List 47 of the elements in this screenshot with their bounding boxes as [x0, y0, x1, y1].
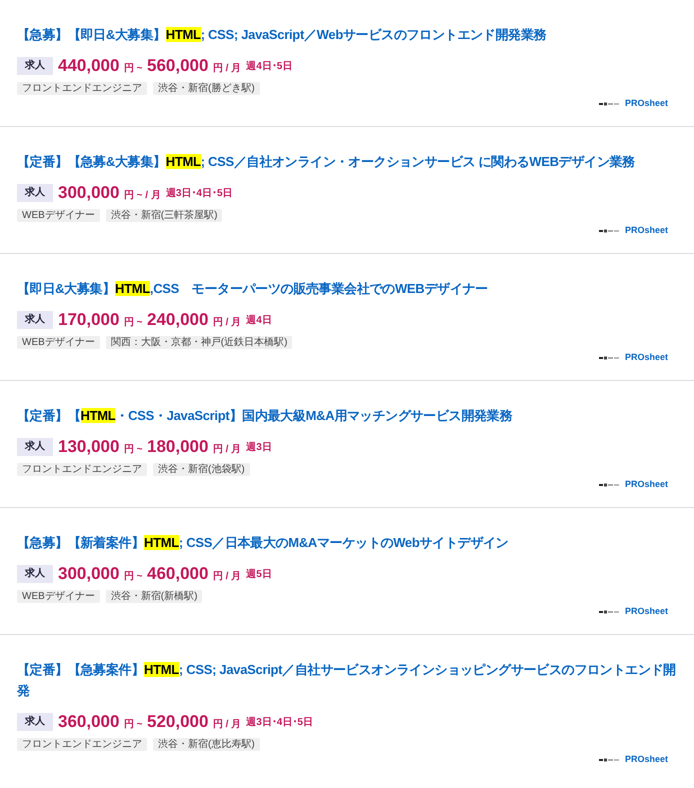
source-site-name: PROsheet — [624, 754, 668, 765]
logo-mark-icon — [598, 228, 619, 232]
logo-mark-icon — [598, 610, 619, 614]
source-site-name: PROsheet — [624, 479, 668, 490]
logo-mark-icon — [598, 356, 619, 360]
logo-mark-icon — [598, 758, 619, 762]
logo-mark-icon — [598, 102, 619, 106]
job-type-badge: 求人 — [17, 57, 53, 75]
salary-text: 440,000 円 ~ 560,000 円 / 月 — [58, 56, 242, 76]
work-days-text: 週4日 — [246, 314, 272, 327]
salary-text: 300,000 円 ~ / 月 — [58, 183, 161, 203]
work-days-text: 週3日･4日･5日 — [166, 186, 233, 200]
source-site-name: PROsheet — [624, 98, 668, 109]
work-days-text: 週4日･5日 — [246, 60, 292, 73]
job-category-tag: WEBデザイナー — [17, 336, 100, 349]
work-days-text: 週5日 — [246, 568, 272, 581]
salary-text: 360,000 円 ~ 520,000 円 / 月 — [58, 712, 242, 732]
salary-text: 170,000 円 ~ 240,000 円 / 月 — [58, 310, 242, 330]
job-category-tag: WEBデザイナー — [17, 209, 100, 222]
job-category-tag: WEBデザイナー — [17, 590, 100, 603]
job-title-link[interactable]: 【急募】【即日&大募集】HTML; CSS; JavaScript／Webサービスのフロントエンド開発業務 — [17, 24, 546, 45]
logo-mark-icon — [598, 482, 619, 486]
location-tag: 渋谷・新宿(勝どき駅) — [153, 82, 260, 95]
work-days-text: 週3日 — [246, 440, 272, 454]
location-tag: 渋谷・新宿(池袋駅) — [153, 463, 250, 476]
job-category-tag: フロントエンドエンジニア — [17, 738, 147, 751]
job-type-badge: 求人 — [17, 713, 53, 731]
source-site-name: PROsheet — [624, 225, 668, 236]
job-type-badge: 求人 — [17, 311, 53, 329]
job-type-badge: 求人 — [17, 184, 53, 202]
salary-text: 300,000 円 ~ 460,000 円 / 月 — [58, 564, 242, 584]
location-tag: 渋谷・新宿(恵比寿駅) — [153, 738, 260, 751]
job-title-link[interactable]: 【定番】【急募案件】HTML; CSS; JavaScript／自社サービスオンラインショッピングサービスのフロントエンド開発 — [17, 659, 682, 701]
job-category-tag: フロントエンドエンジニア — [17, 463, 147, 476]
source-site-name: PROsheet — [624, 352, 668, 363]
location-tag: 渋谷・新宿(三軒茶屋駅) — [106, 209, 222, 222]
job-type-badge: 求人 — [17, 565, 53, 583]
source-site-name: PROsheet — [624, 606, 668, 617]
job-title-link[interactable]: 【定番】【急募&大募集】HTML; CSS／自社オンライン・オークションサービス に関わるWEBデザイン業務 — [17, 151, 635, 172]
salary-text: 130,000 円 ~ 180,000 円 / 月 — [58, 437, 242, 457]
job-title-link[interactable]: 【即日&大募集】HTML,CSS モーターパーツの販売事業会社でのWEBデザイナー — [17, 278, 488, 299]
location-tag: 渋谷・新宿(新橋駅) — [106, 590, 202, 603]
job-title-link[interactable]: 【急募】【新着案件】HTML; CSS／日本最大のM&AマーケットのWebサイトデザイン — [17, 532, 508, 553]
work-days-text: 週3日･4日･5日 — [246, 716, 313, 729]
job-type-badge: 求人 — [17, 438, 53, 456]
job-category-tag: フロントエンドエンジニア — [17, 82, 147, 95]
location-tag: 関西：大阪・京都・神戸(近鉄日本橋駅) — [106, 336, 292, 349]
